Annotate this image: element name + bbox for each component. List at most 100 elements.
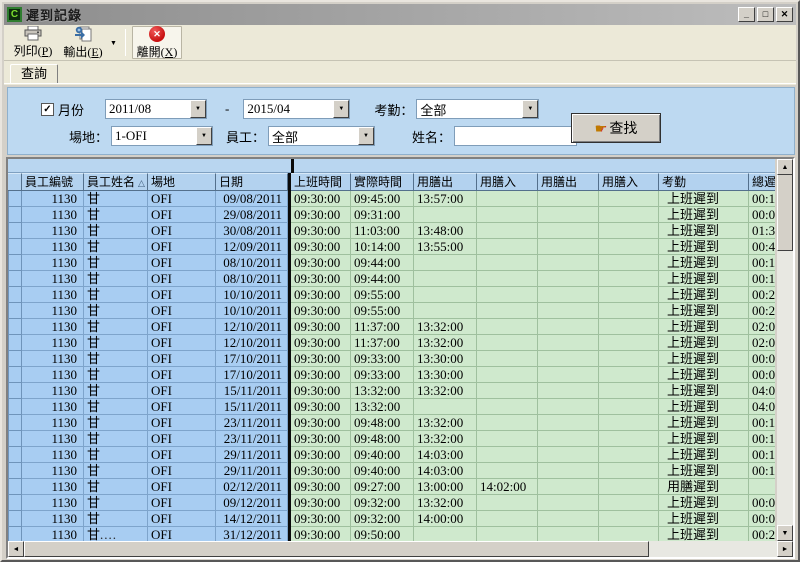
row-indicator[interactable] [8,191,22,207]
cell-editor-ellipsis[interactable]: .... [100,527,117,541]
horizontal-scroll-thumb[interactable] [24,541,649,557]
table-row[interactable]: 1130 甘 OFI 15/11/2011 09:30:00 13:32:00 … [8,399,775,415]
table-row[interactable]: 1130 甘 OFI 09/12/2011 09:30:00 09:32:00 … [8,495,775,511]
table-row[interactable]: 1130 甘 OFI 08/10/2011 09:30:00 09:44:00 … [8,271,775,287]
cell-attendance: 上班遲到 [659,511,749,527]
row-indicator[interactable] [8,399,22,415]
row-indicator[interactable] [8,287,22,303]
row-indicator[interactable] [8,335,22,351]
table-row[interactable]: 1130 甘 OFI 12/09/2011 09:30:00 10:14:00 … [8,239,775,255]
chevron-down-icon[interactable]: ▼ [358,127,374,145]
chevron-down-icon[interactable]: ▼ [196,127,212,145]
row-indicator[interactable] [8,415,22,431]
row-indicator[interactable] [8,367,22,383]
row-indicator[interactable] [8,303,22,319]
cell-meal-in-1 [477,223,538,239]
cell-date: 10/10/2011 [216,287,288,303]
col-header-actual-time[interactable]: 實際時間 [351,173,414,191]
cell-total-late: 02:0 [749,335,775,351]
name-input[interactable] [454,126,577,146]
cell-total-late: 00:0 [749,351,775,367]
table-row[interactable]: 1130 甘 OFI 09/08/2011 09:30:00 09:45:00 … [8,191,775,207]
table-row[interactable]: 1130 甘 OFI 29/11/2011 09:30:00 09:40:00 … [8,447,775,463]
table-row[interactable]: 1130 甘 OFI 12/10/2011 09:30:00 11:37:00 … [8,335,775,351]
horizontal-scrollbar[interactable]: ◄ ► [8,541,793,557]
table-row[interactable]: 1130 甘 OFI 29/11/2011 09:30:00 09:40:00 … [8,463,775,479]
search-button[interactable]: ☛ 查找 [571,113,661,143]
export-dropdown-arrow-icon[interactable]: ▼ [108,26,119,59]
export-button[interactable]: 輸出(E) [58,26,108,59]
maximize-button[interactable]: □ [757,7,774,22]
table-row[interactable]: 1130 甘 OFI 14/12/2011 09:30:00 09:32:00 … [8,511,775,527]
month-checkbox[interactable]: ✓ [41,103,54,116]
chevron-down-icon[interactable]: ▼ [190,100,206,118]
table-row[interactable]: 1130 甘 OFI 23/11/2011 09:30:00 09:48:00 … [8,431,775,447]
row-indicator[interactable] [8,223,22,239]
row-indicator[interactable] [8,431,22,447]
cell-meal-out-1: 14:00:00 [414,511,477,527]
col-header-meal-out-1[interactable]: 用膳出 [414,173,477,191]
row-indicator[interactable] [8,495,22,511]
col-header-employee-name[interactable]: 員工姓名△ [84,173,148,191]
table-row[interactable]: 1130 甘 OFI 02/12/2011 09:30:00 09:27:00 … [8,479,775,495]
col-header-meal-in-1[interactable]: 用膳入 [477,173,538,191]
scroll-down-icon[interactable]: ▼ [777,525,793,541]
row-indicator[interactable] [8,239,22,255]
scroll-up-icon[interactable]: ▲ [777,159,793,175]
cell-shift-start: 09:30:00 [291,415,351,431]
row-indicator[interactable] [8,207,22,223]
chevron-down-icon[interactable]: ▼ [333,100,349,118]
table-row[interactable]: 1130 甘 OFI 29/08/2011 09:30:00 09:31:00 … [8,207,775,223]
scroll-left-icon[interactable]: ◄ [8,541,24,557]
col-header-meal-in-2[interactable]: 用膳入 [599,173,659,191]
employee-select[interactable]: 全部 ▼ [268,126,375,146]
row-indicator[interactable] [8,447,22,463]
col-header-shift-start[interactable]: 上班時間 [291,173,351,191]
row-indicator[interactable] [8,255,22,271]
row-indicator[interactable] [8,511,22,527]
cell-total-late: 04:0 [749,399,775,415]
table-row[interactable]: 1130 甘 OFI 08/10/2011 09:30:00 09:44:00 … [8,255,775,271]
row-indicator[interactable] [8,383,22,399]
col-header-employee-id[interactable]: 員工編號 [22,173,84,191]
row-indicator[interactable] [8,319,22,335]
col-header-site[interactable]: 場地 [148,173,216,191]
month-from-select[interactable]: 2011/08 ▼ [105,99,207,119]
cell-site: OFI [148,511,216,527]
col-header-total-late[interactable]: 總遲 [749,173,775,191]
table-row[interactable]: 1130 甘.... OFI 31/12/2011 09:30:00 09:50… [8,527,775,541]
cell-meal-out-1: 14:03:00 [414,463,477,479]
vertical-scrollbar[interactable]: ▲ ▼ [777,159,793,541]
cell-total-late: 00:0 [749,207,775,223]
table-row[interactable]: 1130 甘 OFI 30/08/2011 09:30:00 11:03:00 … [8,223,775,239]
cell-meal-out-1: 13:32:00 [414,415,477,431]
month-to-select[interactable]: 2015/04 ▼ [243,99,350,119]
row-indicator[interactable] [8,463,22,479]
site-select[interactable]: 1-OFI ▼ [111,126,213,146]
cell-employee-id: 1130 [22,399,84,415]
table-row[interactable]: 1130 甘 OFI 17/10/2011 09:30:00 09:33:00 … [8,351,775,367]
table-row[interactable]: 1130 甘 OFI 17/10/2011 09:30:00 09:33:00 … [8,367,775,383]
table-row[interactable]: 1130 甘 OFI 10/10/2011 09:30:00 09:55:00 … [8,287,775,303]
table-row[interactable]: 1130 甘 OFI 12/10/2011 09:30:00 11:37:00 … [8,319,775,335]
row-indicator[interactable] [8,527,22,541]
table-row[interactable]: 1130 甘 OFI 10/10/2011 09:30:00 09:55:00 … [8,303,775,319]
attendance-select[interactable]: 全部 ▼ [416,99,539,119]
table-row[interactable]: 1130 甘 OFI 15/11/2011 09:30:00 13:32:00 … [8,383,775,399]
row-indicator[interactable] [8,351,22,367]
print-button[interactable]: 列印(P) [8,26,58,59]
row-indicator[interactable] [8,479,22,495]
tab-query[interactable]: 查詢 [10,64,58,83]
col-header-attendance[interactable]: 考勤 [659,173,749,191]
minimize-button[interactable]: _ [738,7,755,22]
scroll-right-icon[interactable]: ► [777,541,793,557]
cell-meal-in-1: 14:02:00 [477,479,538,495]
row-indicator[interactable] [8,271,22,287]
close-button[interactable]: ✕ [776,7,793,22]
chevron-down-icon[interactable]: ▼ [522,100,538,118]
table-row[interactable]: 1130 甘 OFI 23/11/2011 09:30:00 09:48:00 … [8,415,775,431]
col-header-meal-out-2[interactable]: 用膳出 [538,173,599,191]
col-header-date[interactable]: 日期 [216,173,288,191]
cell-meal-out-1 [414,287,477,303]
exit-button[interactable]: ✕ 離開(X) [132,26,182,59]
